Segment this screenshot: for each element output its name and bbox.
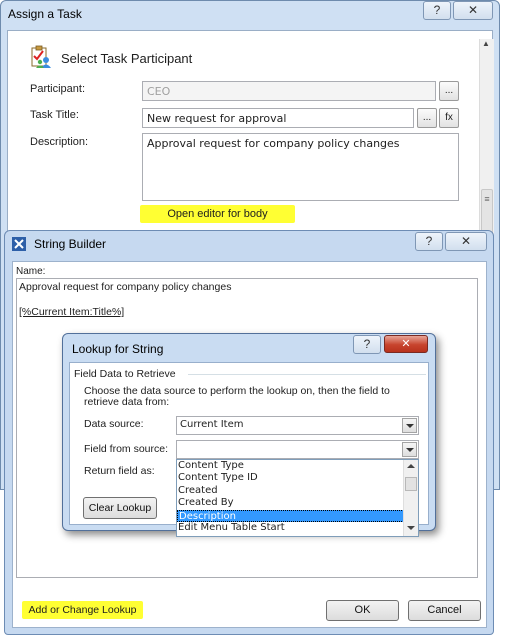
list-scroll-thumb[interactable] bbox=[405, 477, 417, 491]
list-item-selected[interactable]: Description bbox=[177, 509, 404, 522]
open-editor-link[interactable]: Open editor for body bbox=[140, 205, 295, 223]
list-scrollbar[interactable] bbox=[403, 460, 418, 536]
name-label: Name: bbox=[16, 266, 46, 277]
scroll-up-icon[interactable]: ▲ bbox=[482, 39, 490, 48]
section-title: Select Task Participant bbox=[61, 51, 193, 66]
task-title-field[interactable]: New request for approval bbox=[142, 108, 414, 128]
assign-task-title: Assign a Task bbox=[8, 7, 82, 21]
scroll-up-icon[interactable] bbox=[407, 464, 415, 468]
list-item[interactable]: Content Type ID bbox=[177, 472, 404, 484]
task-title-label: Task Title: bbox=[30, 109, 79, 121]
list-item[interactable]: Edit Menu Table Start bbox=[177, 522, 404, 534]
lookup-title: Lookup for String bbox=[72, 342, 164, 356]
string-text-line: Approval request for company policy chan… bbox=[19, 281, 232, 293]
description-label: Description: bbox=[30, 136, 89, 148]
scroll-down-icon[interactable] bbox=[407, 526, 415, 530]
lookup-help-button[interactable]: ? bbox=[353, 335, 381, 354]
ok-button[interactable]: OK bbox=[326, 600, 399, 621]
field-from-source-label: Field from source: bbox=[84, 443, 169, 455]
lookup-close-button[interactable]: ✕ bbox=[384, 335, 428, 353]
data-source-label: Data source: bbox=[84, 418, 144, 430]
scroll-grip-icon: ≡ bbox=[484, 194, 490, 204]
field-from-source-select[interactable] bbox=[176, 440, 419, 459]
participant-label: Participant: bbox=[30, 83, 86, 95]
participant-browse-button[interactable]: ... bbox=[439, 81, 459, 101]
lookup-window: Lookup for String ? ✕ Field Data to Retr… bbox=[62, 333, 436, 537]
chevron-down-icon[interactable] bbox=[402, 418, 417, 433]
lookup-content: Field Data to Retrieve Choose the data s… bbox=[69, 362, 429, 537]
add-change-lookup-link[interactable]: Add or Change Lookup bbox=[22, 601, 143, 619]
list-item[interactable]: Content Type bbox=[177, 460, 404, 472]
sb-help-button[interactable]: ? bbox=[415, 232, 443, 251]
sb-close-button[interactable]: ✕ bbox=[445, 232, 487, 251]
chevron-down-icon[interactable] bbox=[402, 442, 417, 457]
lookup-token[interactable]: [%Current Item:Title%] bbox=[19, 306, 124, 318]
task-title-fx-button[interactable]: fx bbox=[439, 108, 459, 128]
task-title-browse-button[interactable]: ... bbox=[417, 108, 437, 128]
group-divider bbox=[188, 374, 426, 375]
group-label: Field Data to Retrieve bbox=[74, 368, 176, 380]
participant-field[interactable]: CEO bbox=[142, 81, 436, 101]
instructions-text: Choose the data source to perform the lo… bbox=[84, 385, 390, 408]
field-list[interactable]: Content Type Content Type ID Created Cre… bbox=[176, 459, 419, 537]
clear-lookup-button[interactable]: Clear Lookup bbox=[83, 497, 157, 519]
string-builder-icon bbox=[12, 237, 26, 251]
list-item[interactable]: Created By bbox=[177, 497, 404, 509]
data-source-select[interactable]: Current Item bbox=[176, 416, 419, 435]
data-source-value: Current Item bbox=[180, 419, 244, 430]
return-field-label: Return field as: bbox=[84, 465, 155, 477]
description-field[interactable]: Approval request for company policy chan… bbox=[142, 133, 459, 201]
close-button[interactable]: ✕ bbox=[453, 1, 493, 20]
string-builder-title: String Builder bbox=[34, 237, 107, 251]
list-item[interactable]: Created bbox=[177, 485, 404, 497]
help-button[interactable]: ? bbox=[423, 1, 451, 20]
cancel-button[interactable]: Cancel bbox=[408, 600, 481, 621]
task-participant-icon bbox=[29, 45, 53, 69]
